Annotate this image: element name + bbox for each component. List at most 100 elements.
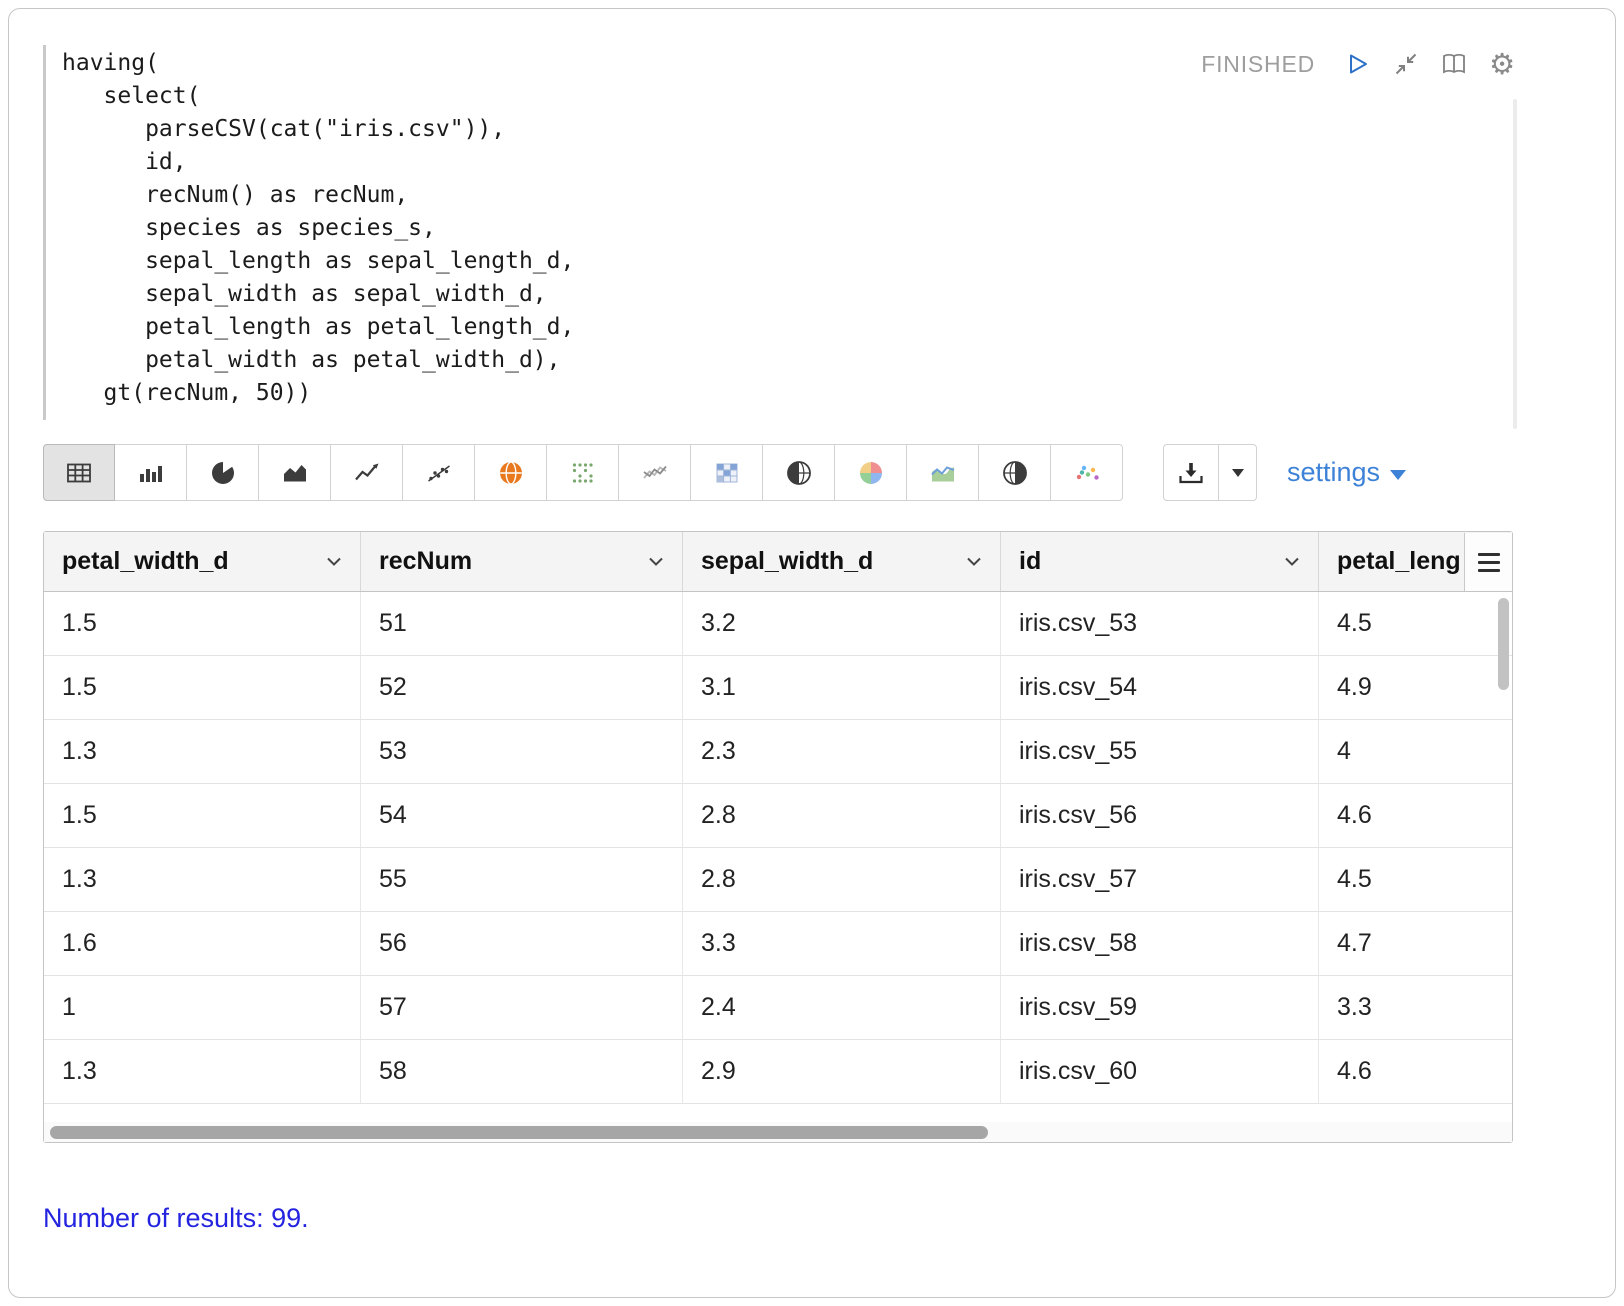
scatter-plot-icon xyxy=(425,459,453,487)
column-label: petal_width_d xyxy=(62,547,229,576)
chevron-down-icon[interactable] xyxy=(1284,556,1300,567)
cell: 2.8 xyxy=(683,848,1001,911)
code-text: having( select( parseCSV(cat("iris.csv")… xyxy=(62,47,1581,410)
cell: 52 xyxy=(361,656,683,719)
vertical-scrollbar-thumb[interactable] xyxy=(1498,598,1509,690)
cell: 56 xyxy=(361,912,683,975)
cell: 51 xyxy=(361,592,683,655)
table-row: 1.6 56 3.3 iris.csv_58 4.7 xyxy=(44,912,1512,976)
collapse-icon xyxy=(1393,51,1419,77)
grid-heatmap-icon xyxy=(713,459,741,487)
cell: 1.3 xyxy=(44,848,361,911)
chart-type-table-button[interactable] xyxy=(43,444,115,501)
chart-type-globe-2-button[interactable] xyxy=(979,444,1051,501)
download-group xyxy=(1163,444,1257,501)
chart-type-area-button[interactable] xyxy=(259,444,331,501)
cell: iris.csv_59 xyxy=(1001,976,1319,1039)
chart-type-map-button[interactable] xyxy=(475,444,547,501)
area-chart-icon xyxy=(281,459,309,487)
settings-label: settings xyxy=(1287,457,1380,488)
table-row: 1.5 54 2.8 iris.csv_56 4.6 xyxy=(44,784,1512,848)
paragraph-settings-button[interactable]: ⚙ xyxy=(1487,49,1517,79)
globe-dark-icon xyxy=(785,459,813,487)
cell: 3.1 xyxy=(683,656,1001,719)
cell: 53 xyxy=(361,720,683,783)
line-chart-icon xyxy=(353,459,381,487)
chart-type-line-button[interactable] xyxy=(331,444,403,501)
cell: 2.9 xyxy=(683,1040,1001,1103)
play-icon xyxy=(1345,51,1371,77)
chart-type-group xyxy=(43,444,1123,501)
area-colored-icon xyxy=(929,459,957,487)
table-row: 1.5 52 3.1 iris.csv_54 4.9 xyxy=(44,656,1512,720)
column-header-petal-width[interactable]: petal_width_d xyxy=(44,532,361,591)
cell: 58 xyxy=(361,1040,683,1103)
editor-controls: FINISHED ⚙ xyxy=(1201,49,1517,79)
table-right-rail xyxy=(1464,532,1512,1142)
chart-type-scatter-colored-button[interactable] xyxy=(1051,444,1123,501)
editor-view-button[interactable] xyxy=(1439,49,1469,79)
scatter-colored-icon xyxy=(1073,459,1101,487)
cell: 2.4 xyxy=(683,976,1001,1039)
cell: 2.3 xyxy=(683,720,1001,783)
dot-matrix-icon xyxy=(569,459,597,487)
run-button[interactable] xyxy=(1343,49,1373,79)
cell: 2.8 xyxy=(683,784,1001,847)
cell: 1.5 xyxy=(44,784,361,847)
chart-type-dot-matrix-button[interactable] xyxy=(547,444,619,501)
result-table: petal_width_d recNum sepal_width_d id pe… xyxy=(43,531,1513,1143)
column-header-recnum[interactable]: recNum xyxy=(361,532,683,591)
chart-type-area-colored-button[interactable] xyxy=(907,444,979,501)
gear-icon: ⚙ xyxy=(1489,50,1515,79)
table-row: 1.5 51 3.2 iris.csv_53 4.5 xyxy=(44,592,1512,656)
table-menu-button[interactable] xyxy=(1464,533,1512,591)
cell: iris.csv_60 xyxy=(1001,1040,1319,1103)
chart-type-sparklines-button[interactable] xyxy=(619,444,691,501)
cell: 1.3 xyxy=(44,720,361,783)
download-button[interactable] xyxy=(1163,444,1219,501)
table-row: 1.3 58 2.9 iris.csv_60 4.6 xyxy=(44,1040,1512,1104)
cell: 1.5 xyxy=(44,592,361,655)
cell: iris.csv_58 xyxy=(1001,912,1319,975)
horizontal-scrollbar-thumb[interactable] xyxy=(50,1126,988,1139)
chart-type-heatmap-button[interactable] xyxy=(691,444,763,501)
chevron-down-icon[interactable] xyxy=(966,556,982,567)
chart-type-pie-colored-button[interactable] xyxy=(835,444,907,501)
column-label: sepal_width_d xyxy=(701,547,873,576)
book-icon xyxy=(1440,51,1468,77)
column-header-id[interactable]: id xyxy=(1001,532,1319,591)
collapse-button[interactable] xyxy=(1391,49,1421,79)
chart-type-globe-button[interactable] xyxy=(763,444,835,501)
horizontal-scrollbar[interactable] xyxy=(44,1122,1512,1142)
column-label: recNum xyxy=(379,547,472,576)
chart-type-bar-button[interactable] xyxy=(115,444,187,501)
cell: iris.csv_56 xyxy=(1001,784,1319,847)
table-header-row: petal_width_d recNum sepal_width_d id pe… xyxy=(44,532,1512,592)
download-options-button[interactable] xyxy=(1219,444,1257,501)
results-count-text: Number of results: 99. xyxy=(43,1203,1581,1234)
download-icon xyxy=(1176,459,1206,487)
chart-type-pie-button[interactable] xyxy=(187,444,259,501)
table-icon xyxy=(65,459,93,487)
editor-area: having( select( parseCSV(cat("iris.csv")… xyxy=(43,45,1581,420)
chevron-down-icon[interactable] xyxy=(648,556,664,567)
editor-scrollbar[interactable] xyxy=(1513,99,1517,429)
chart-type-scatter-button[interactable] xyxy=(403,444,475,501)
chevron-down-icon[interactable] xyxy=(326,556,342,567)
cell: 1.6 xyxy=(44,912,361,975)
settings-toggle[interactable]: settings xyxy=(1287,457,1406,488)
cell: 1 xyxy=(44,976,361,1039)
table-row: 1.3 53 2.3 iris.csv_55 4 xyxy=(44,720,1512,784)
hamburger-icon xyxy=(1478,553,1500,556)
sparklines-icon xyxy=(641,459,669,487)
table-row: 1.3 55 2.8 iris.csv_57 4.5 xyxy=(44,848,1512,912)
column-label: id xyxy=(1019,547,1041,576)
cell: 1.3 xyxy=(44,1040,361,1103)
code-editor[interactable]: having( select( parseCSV(cat("iris.csv")… xyxy=(43,45,1581,420)
cell: 3.2 xyxy=(683,592,1001,655)
column-header-sepal-width[interactable]: sepal_width_d xyxy=(683,532,1001,591)
globe-orange-icon xyxy=(497,459,525,487)
cell: 3.3 xyxy=(683,912,1001,975)
cell: 57 xyxy=(361,976,683,1039)
column-label: petal_leng xyxy=(1337,547,1461,576)
